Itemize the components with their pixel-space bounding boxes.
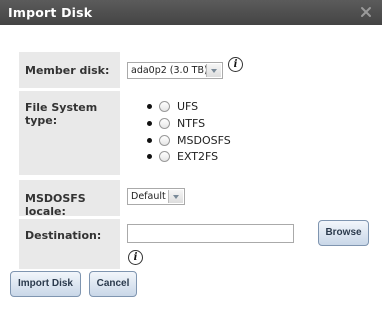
- locale-select[interactable]: Default: [127, 188, 185, 205]
- bullet-icon: [147, 121, 152, 126]
- radio-label: NTFS: [177, 117, 206, 130]
- destination-input[interactable]: [127, 224, 294, 243]
- dialog-titlebar: Import Disk: [0, 0, 382, 25]
- radio-label: MSDOSFS: [177, 134, 231, 147]
- chevron-down-icon[interactable]: [168, 190, 183, 203]
- member-disk-select[interactable]: ada0p2 (3.0 TB): [127, 62, 223, 79]
- info-icon[interactable]: i: [228, 57, 243, 72]
- close-icon[interactable]: [360, 6, 372, 18]
- radio-button[interactable]: [159, 101, 170, 112]
- bullet-icon: [147, 104, 152, 109]
- bullet-icon: [147, 138, 152, 143]
- chevron-down-icon[interactable]: [206, 64, 221, 77]
- member-disk-label-cell: Member disk:: [19, 52, 120, 88]
- locale-label: MSDOSFS locale:: [25, 192, 86, 218]
- radio-label: EXT2FS: [177, 150, 219, 163]
- locale-label-cell: MSDOSFS locale:: [19, 180, 120, 218]
- member-disk-label: Member disk:: [25, 64, 110, 77]
- import-disk-button[interactable]: Import Disk: [10, 271, 81, 297]
- fs-type-label: File System type:: [25, 101, 98, 127]
- radio-label: UFS: [177, 100, 199, 113]
- destination-label-cell: Destination:: [19, 219, 120, 269]
- dialog-title: Import Disk: [8, 5, 93, 20]
- member-disk-value: ada0p2 (3.0 TB): [131, 65, 208, 76]
- browse-button[interactable]: Browse: [318, 220, 369, 246]
- cancel-button[interactable]: Cancel: [89, 271, 137, 297]
- info-icon[interactable]: i: [128, 250, 143, 265]
- fs-type-label-cell: File System type:: [19, 91, 120, 175]
- bullet-icon: [147, 154, 152, 159]
- radio-button[interactable]: [159, 135, 170, 146]
- destination-label: Destination:: [25, 229, 102, 242]
- radio-button[interactable]: [159, 118, 170, 129]
- locale-value: Default: [131, 191, 166, 202]
- radio-button[interactable]: [159, 151, 170, 162]
